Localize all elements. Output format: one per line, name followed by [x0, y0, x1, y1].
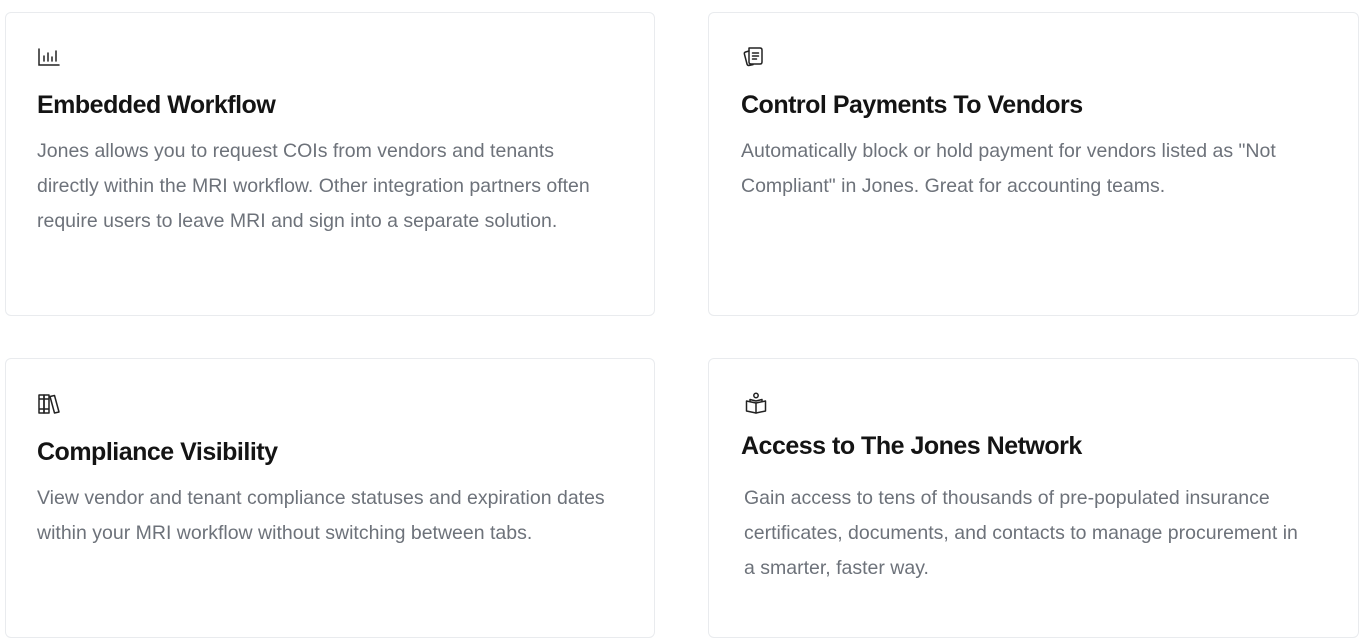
feature-card-compliance-visibility: Compliance Visibility View vendor and te…	[5, 358, 655, 638]
card-title: Access to The Jones Network	[741, 432, 1082, 460]
feature-card-control-payments: Control Payments To Vendors Automaticall…	[708, 12, 1359, 316]
card-description: View vendor and tenant compliance status…	[37, 487, 605, 544]
card-description: Jones allows you to request COIs from ve…	[37, 140, 590, 232]
book-reader-icon	[744, 391, 768, 415]
card-title: Compliance Visibility	[37, 438, 278, 466]
books-icon	[37, 392, 61, 416]
card-description: Automatically block or hold payment for …	[741, 140, 1276, 197]
card-title: Embedded Workflow	[37, 91, 276, 119]
card-title: Control Payments To Vendors	[741, 91, 1083, 119]
feature-card-embedded-workflow: Embedded Workflow Jones allows you to re…	[5, 12, 655, 316]
receipt-stack-icon	[741, 45, 765, 69]
bar-chart-icon	[37, 45, 61, 69]
feature-card-jones-network: Access to The Jones Network Gain access …	[708, 358, 1359, 638]
card-description: Gain access to tens of thousands of pre-…	[744, 487, 1298, 579]
